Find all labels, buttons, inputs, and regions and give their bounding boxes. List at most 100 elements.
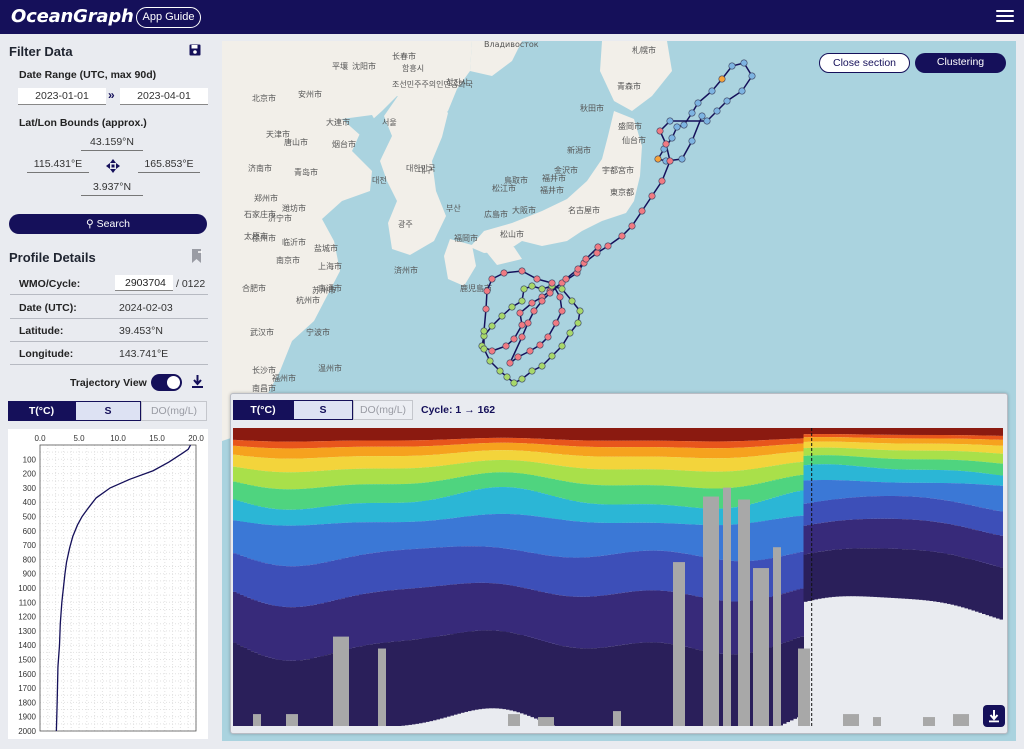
heatmap-cell xyxy=(940,552,944,603)
heatmap-cell xyxy=(611,447,615,457)
heatmap-cell xyxy=(268,657,272,726)
heatmap-cell xyxy=(509,428,514,438)
save-icon[interactable] xyxy=(189,44,201,56)
move-arrows-icon[interactable] xyxy=(106,159,120,173)
east-bound-input[interactable]: 165.853°E xyxy=(138,156,200,173)
section-tab-temperature[interactable]: T(°C) xyxy=(233,400,293,420)
search-button[interactable]: ⚲ Search xyxy=(9,214,207,234)
heatmap-cell xyxy=(250,456,255,470)
heatmap-cell xyxy=(541,592,545,641)
heatmap-cell xyxy=(243,456,248,469)
heatmap-cell xyxy=(474,474,479,490)
map-place-label: 临沂市 xyxy=(282,237,306,247)
heatmap-cell xyxy=(961,460,965,472)
trajectory-view-toggle[interactable] xyxy=(151,374,182,391)
heatmap-cell xyxy=(555,445,559,454)
heatmap-cell xyxy=(863,496,867,520)
heatmap-cell xyxy=(905,450,909,460)
heatmap-cell xyxy=(786,463,790,478)
section-heatmap[interactable] xyxy=(233,428,1003,726)
clustering-button[interactable]: Clustering xyxy=(915,53,1006,73)
heatmap-cell xyxy=(485,630,489,709)
section-tab-salinity[interactable]: S xyxy=(293,400,353,420)
heatmap-cell xyxy=(534,438,538,444)
heatmap-cell xyxy=(600,595,605,648)
heatmap-cell xyxy=(901,434,906,439)
heatmap-cell xyxy=(268,564,272,605)
tab-dissolved-oxygen[interactable]: DO(mg/L) xyxy=(141,401,207,421)
heatmap-cell xyxy=(915,450,920,460)
heatmap-cell xyxy=(310,428,314,442)
date-to-input[interactable]: 2023-04-01 xyxy=(120,88,208,105)
heatmap-cell xyxy=(978,461,983,473)
heatmap-cell xyxy=(541,554,545,593)
heatmap-cell xyxy=(327,506,332,524)
heatmap-cell xyxy=(583,428,587,441)
trajectory-point xyxy=(694,99,702,107)
south-bound-input[interactable]: 3.937°N xyxy=(81,179,143,196)
heatmap-cell xyxy=(817,428,822,435)
heatmap-cell xyxy=(278,525,283,566)
heatmap-cell xyxy=(719,458,724,472)
heatmap-cell xyxy=(695,555,699,597)
section-tab-dissolved-oxygen[interactable]: DO(mg/L) xyxy=(353,400,413,420)
heatmap-cell xyxy=(443,497,447,520)
heatmap-cell xyxy=(586,456,591,469)
west-bound-input[interactable]: 115.431°E xyxy=(27,156,89,173)
heatmap-cell xyxy=(985,428,990,436)
heatmap-cell xyxy=(576,521,580,558)
heatmap-cell xyxy=(250,599,255,652)
heatmap-cell xyxy=(443,547,447,586)
north-bound-input[interactable]: 43.159°N xyxy=(81,134,143,151)
section-download-button[interactable] xyxy=(983,705,1005,727)
heatmap-cell xyxy=(425,482,430,501)
heatmap-cell xyxy=(870,434,874,438)
heatmap-cell xyxy=(527,474,531,490)
heatmap-cell xyxy=(257,441,262,448)
heatmap-cell xyxy=(579,648,584,726)
date-from-input[interactable]: 2023-01-01 xyxy=(18,88,106,105)
heatmap-cell xyxy=(922,434,927,439)
heatmap-cell xyxy=(446,453,451,465)
heatmap-cell xyxy=(677,428,682,442)
heatmap-cell xyxy=(709,471,713,489)
heatmap-cell xyxy=(905,482,909,497)
heatmap-cell xyxy=(306,471,311,489)
heatmap-cell xyxy=(590,596,594,649)
download-icon[interactable] xyxy=(191,375,204,389)
heatmap-cell xyxy=(257,506,262,524)
trajectory-point xyxy=(526,347,534,355)
heatmap-cell xyxy=(324,428,328,442)
tab-salinity[interactable]: S xyxy=(75,401,141,421)
app-guide-button[interactable]: App Guide xyxy=(136,7,201,28)
heatmap-cell xyxy=(306,659,311,726)
heatmap-cell xyxy=(880,428,885,435)
heatmap-cell xyxy=(450,428,454,440)
heatmap-cell xyxy=(404,455,409,469)
heatmap-cell xyxy=(929,459,934,470)
heatmap-cell xyxy=(495,630,500,709)
heatmap-cell xyxy=(317,457,321,472)
heatmap-cell xyxy=(369,502,374,523)
heatmap-cell xyxy=(719,653,724,726)
heatmap-cell xyxy=(289,458,293,473)
wmo-input[interactable]: 2903704 xyxy=(115,275,173,291)
heatmap-cell xyxy=(859,496,864,520)
heatmap-cell xyxy=(733,654,738,726)
hamburger-menu-icon[interactable] xyxy=(996,10,1014,24)
heatmap-cell xyxy=(453,477,458,495)
heatmap-cell xyxy=(940,522,944,553)
heatmap-cell xyxy=(625,456,629,470)
heatmap-cell xyxy=(863,548,867,597)
heatmap-cell xyxy=(740,428,745,442)
tab-temperature[interactable]: T(°C) xyxy=(8,401,75,421)
close-section-button[interactable]: Close section xyxy=(819,53,910,73)
heatmap-cell xyxy=(786,438,790,445)
y-tick-label: 1600 xyxy=(18,670,36,679)
heatmap-cell xyxy=(481,460,486,474)
bookmark-icon[interactable] xyxy=(190,249,203,263)
section-heatmap-canvas[interactable] xyxy=(233,428,1003,726)
heatmap-cell xyxy=(999,475,1003,486)
heatmap-cell xyxy=(243,556,248,597)
mask-bar xyxy=(753,568,769,726)
